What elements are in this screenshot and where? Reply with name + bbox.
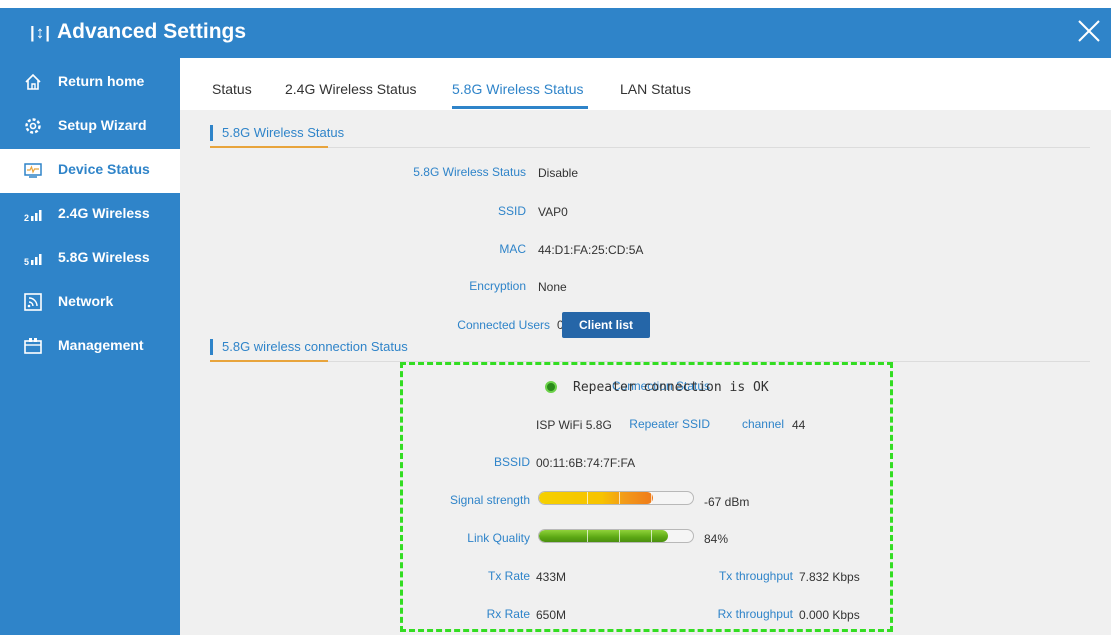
sidebar-item-return-home[interactable]: Return home [0,61,180,105]
section-underline [210,360,328,362]
network-icon [24,293,42,311]
sidebar-item-label: Network [58,293,114,309]
section-underline [210,146,328,148]
sidebar-item-management[interactable]: Management [0,325,180,369]
connected-users-label: Connected Users [457,318,550,332]
section-marker [210,339,213,355]
svg-text:5: 5 [24,257,29,267]
tab-bar: Status 2.4G Wireless Status 5.8G Wireles… [180,58,1111,110]
sidebar-item-2-4g-wireless[interactable]: 2 2.4G Wireless [0,193,180,237]
section-header-connection-status: 5.8G wireless connection Status [210,332,1090,362]
section-title: 5.8G wireless connection Status [222,339,408,354]
sliders-icon: |↕| [30,23,52,42]
sidebar-item-label: Return home [58,73,145,89]
gear-icon [25,118,41,134]
sidebar-item-network[interactable]: Network [0,281,180,325]
section-marker [210,125,213,141]
svg-text:2: 2 [24,213,29,223]
window-title: |↕| Advanced Settings [30,20,246,44]
home-icon [25,73,41,90]
sidebar-item-5-8g-wireless[interactable]: 5 5.8G Wireless [0,237,180,281]
close-icon[interactable] [1073,15,1105,47]
ssid-value: VAP0 [538,205,568,219]
ssid-label: SSID [497,204,526,218]
sidebar-item-device-status[interactable]: Device Status [0,149,180,193]
monitor-icon [24,163,42,178]
mac-label: MAC [499,242,526,256]
wireless-status-value: Disable [538,166,579,180]
management-icon [24,338,42,354]
window-title-text: Advanced Settings [57,20,247,43]
sidebar-item-label: Setup Wizard [58,117,147,133]
sidebar-item-label: Management [58,337,144,353]
encryption-value: None [538,280,567,294]
tab-5-8g-wireless-status[interactable]: 5.8G Wireless Status [452,81,584,97]
tab-lan-status[interactable]: LAN Status [620,81,691,97]
section-divider [328,147,1090,148]
signal-5g-icon: 5 [24,254,42,267]
section-header-wireless-status: 5.8G Wireless Status [210,118,1090,148]
wireless-status-label: 5.8G Wireless Status [413,165,526,179]
signal-2g-icon: 2 [24,210,42,223]
tab-2-4g-wireless-status[interactable]: 2.4G Wireless Status [285,81,417,97]
sidebar-item-setup-wizard[interactable]: Setup Wizard [0,105,180,149]
encryption-label: Encryption [469,279,526,293]
sidebar-item-label: 2.4G Wireless [58,205,150,221]
tab-status[interactable]: Status [212,81,252,97]
highlight-box [400,362,893,632]
sidebar: Return home Setup Wizard Device Status 2… [0,58,180,635]
title-bar: |↕| Advanced Settings [0,0,1111,58]
mac-value: 44:D1:FA:25:CD:5A [538,243,644,257]
section-title: 5.8G Wireless Status [222,125,345,140]
sidebar-item-label: 5.8G Wireless [58,249,150,265]
active-tab-indicator [452,106,588,109]
sidebar-item-label: Device Status [58,161,150,177]
